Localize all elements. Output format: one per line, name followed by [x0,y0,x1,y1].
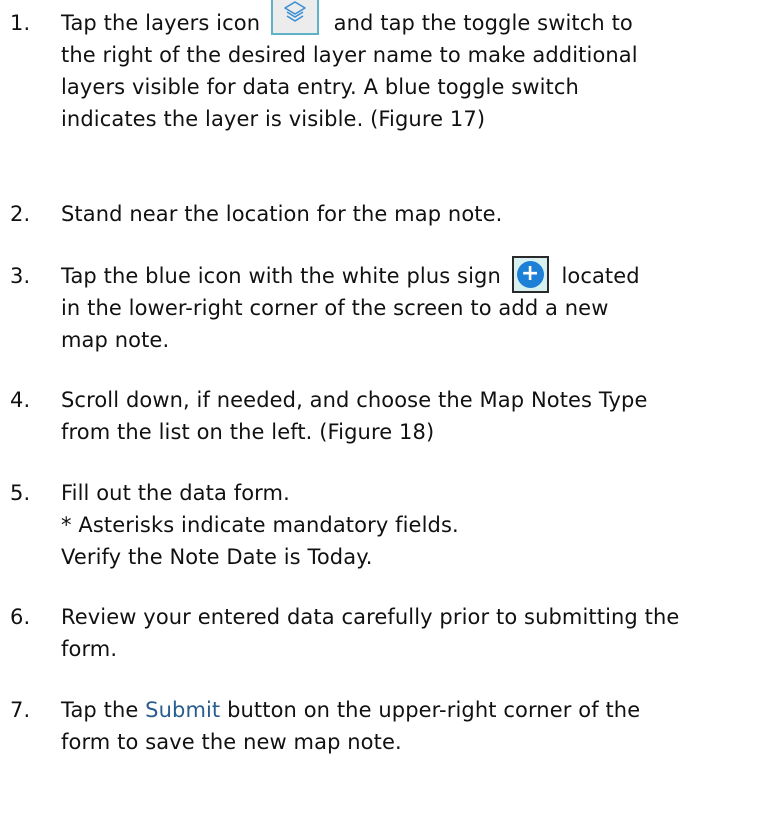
step-line: in the lower-right corner of the screen … [61,296,609,320]
plus-glyph: + [516,260,544,288]
step-text: Tap the layers icon and tap the toggle s… [61,0,782,135]
step-line: from the list on the left. (Figure 18) [61,420,435,444]
instructions-document: 1. Tap the layers icon and tap the toggl… [0,0,782,815]
step-text: Stand near the location for the map note… [61,198,782,230]
step-number: 4. [10,388,31,412]
step-number: 7. [10,698,31,722]
step-line: the right of the desired layer name to m… [61,43,638,67]
step-text-fragment: button on the upper-right corner of the [227,698,641,722]
plus-circle-icon: + [511,255,549,293]
step-line: form. [61,637,118,661]
step-line: Scroll down, if needed, and choose the M… [61,388,648,412]
step-number: 6. [10,605,31,629]
step-text-fragment: located [561,264,640,288]
step-text: Scroll down, if needed, and choose the M… [61,384,782,448]
step-text: Fill out the data form. * Asterisks indi… [61,477,782,573]
step-number: 5. [10,481,31,505]
step-text: Review your entered data carefully prior… [61,601,782,665]
step-number: 2. [10,202,31,226]
step-line: Tap the blue icon with the white plus si… [61,255,782,293]
step-number: 3. [10,264,31,288]
step-line: Tap the Submit button on the upper-right… [61,694,782,726]
step-line: map note. [61,328,170,352]
step-line: Tap the layers icon and tap the toggle s… [61,0,782,39]
step-text-fragment: Tap the layers icon [61,11,261,35]
step-text: Tap the blue icon with the white plus si… [61,255,782,356]
step-text-fragment: and tap the toggle switch to [333,11,633,35]
step-line: Review your entered data carefully prior… [61,605,680,629]
step-line: Fill out the data form. [61,481,290,505]
step-text-fragment: Tap the [61,698,139,722]
layers-icon [270,0,319,35]
step-line: * Asterisks indicate mandatory fields. [61,513,459,537]
submit-link[interactable]: Submit [145,698,220,722]
step-text-fragment: Tap the blue icon with the white plus si… [61,264,501,288]
step-text: Tap the Submit button on the upper-right… [61,694,782,758]
step-line: Verify the Note Date is Today. [61,545,373,569]
step-line: Stand near the location for the map note… [61,202,503,226]
step-number: 1. [10,11,31,35]
step-line: indicates the layer is visible. (Figure … [61,107,486,131]
step-line: form to save the new map note. [61,730,402,754]
step-line: layers visible for data entry. A blue to… [61,75,579,99]
